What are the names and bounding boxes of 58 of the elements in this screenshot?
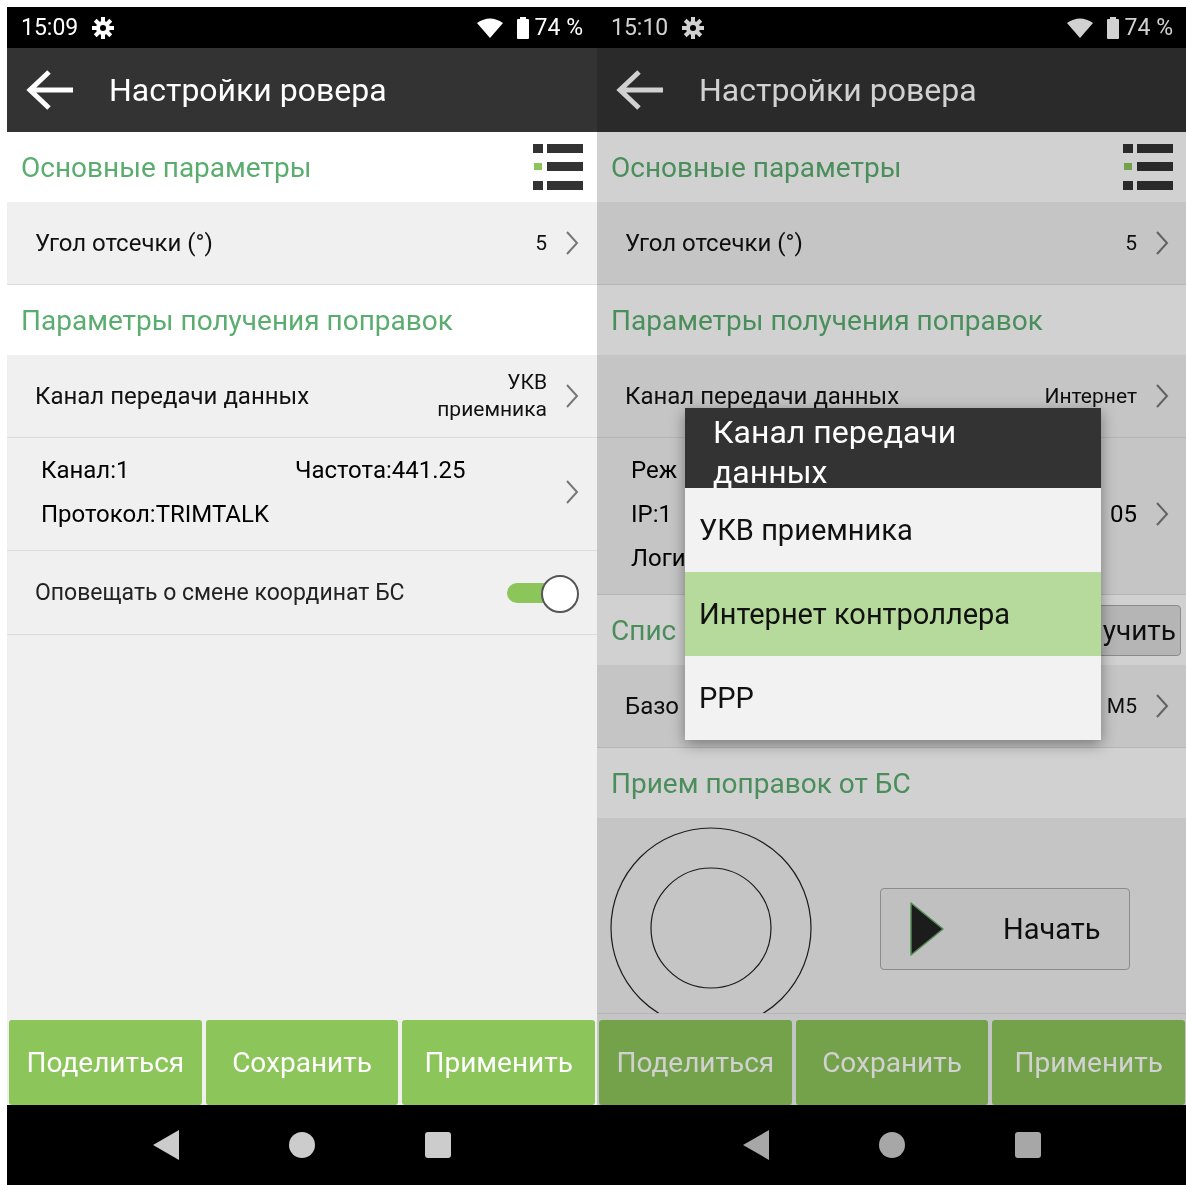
setting-label: Базо	[625, 692, 680, 720]
detail-text: 05	[1110, 500, 1137, 528]
setting-label: Канал передачи данных	[625, 382, 900, 410]
section-header: Основные параметры	[611, 150, 902, 184]
screen-title: Настройки ровера	[109, 71, 387, 109]
dialog-option[interactable]: PPP	[685, 656, 1101, 740]
chevron-icon	[1155, 383, 1169, 409]
home-nav-icon[interactable]	[289, 1132, 315, 1158]
screen-title: Настройки ровера	[699, 71, 977, 109]
setting-label: Угол отсечки (°)	[35, 229, 213, 257]
setting-value: 5	[1125, 229, 1137, 257]
detail-text: IP:1	[631, 500, 672, 528]
setting-row[interactable]: Угол отсечки (°) 5	[597, 202, 1186, 285]
setting-value: M5	[1106, 692, 1137, 720]
section-header: Основные параметры	[21, 150, 312, 184]
start-button[interactable]: Начать	[880, 888, 1130, 970]
dialog-title: Канал передачи данных	[685, 408, 1101, 488]
detail-text: Частота:441.25	[295, 456, 466, 484]
setting-label: Угол отсечки (°)	[625, 229, 803, 257]
section-header: Спис	[611, 613, 677, 647]
play-icon	[909, 901, 945, 957]
checklist-icon[interactable]	[1123, 143, 1173, 191]
battery-level: 74 %	[534, 14, 583, 41]
dialog-option[interactable]: Интернет контроллера	[685, 572, 1101, 656]
detail-text: Протокол:TRIMTALK	[41, 500, 269, 528]
detail-text: Логи	[631, 544, 686, 572]
setting-value: приемника	[437, 396, 547, 423]
wifi-icon	[1066, 17, 1093, 38]
chevron-icon	[1155, 230, 1169, 256]
section-header: Параметры получения поправок	[21, 303, 453, 337]
back-nav-icon[interactable]	[153, 1130, 179, 1160]
chevron-icon	[565, 479, 579, 505]
chevron-icon	[565, 230, 579, 256]
back-arrow-icon[interactable]	[25, 70, 75, 110]
back-arrow-icon[interactable]	[615, 70, 665, 110]
setting-value: Интернет	[1044, 382, 1137, 410]
setting-value: УКВ	[506, 369, 547, 396]
chevron-icon	[565, 383, 579, 409]
section-header: Прием поправок от БС	[611, 766, 911, 800]
home-nav-icon[interactable]	[879, 1132, 905, 1158]
toggle-switch[interactable]	[507, 573, 579, 612]
detail-text: Канал:1	[41, 456, 130, 484]
setting-label: Канал передачи данных	[35, 382, 310, 410]
checklist-icon[interactable]	[533, 143, 583, 191]
chevron-icon	[1155, 501, 1169, 527]
battery-level: 74 %	[1124, 14, 1173, 41]
detail-text: Реж	[631, 456, 678, 484]
section-header: Параметры получения поправок	[611, 303, 1043, 337]
chevron-icon	[1155, 693, 1169, 719]
clock: 15:10	[611, 14, 669, 41]
setting-label: Оповещать о смене координат БС	[35, 579, 406, 606]
wifi-icon	[476, 17, 503, 38]
dialog-option[interactable]: УКВ приемника	[685, 488, 1101, 572]
battery-icon	[516, 16, 529, 39]
clock: 15:09	[21, 14, 79, 41]
battery-icon	[1106, 16, 1119, 39]
setting-value: 5	[535, 229, 547, 257]
back-nav-icon[interactable]	[743, 1130, 769, 1160]
